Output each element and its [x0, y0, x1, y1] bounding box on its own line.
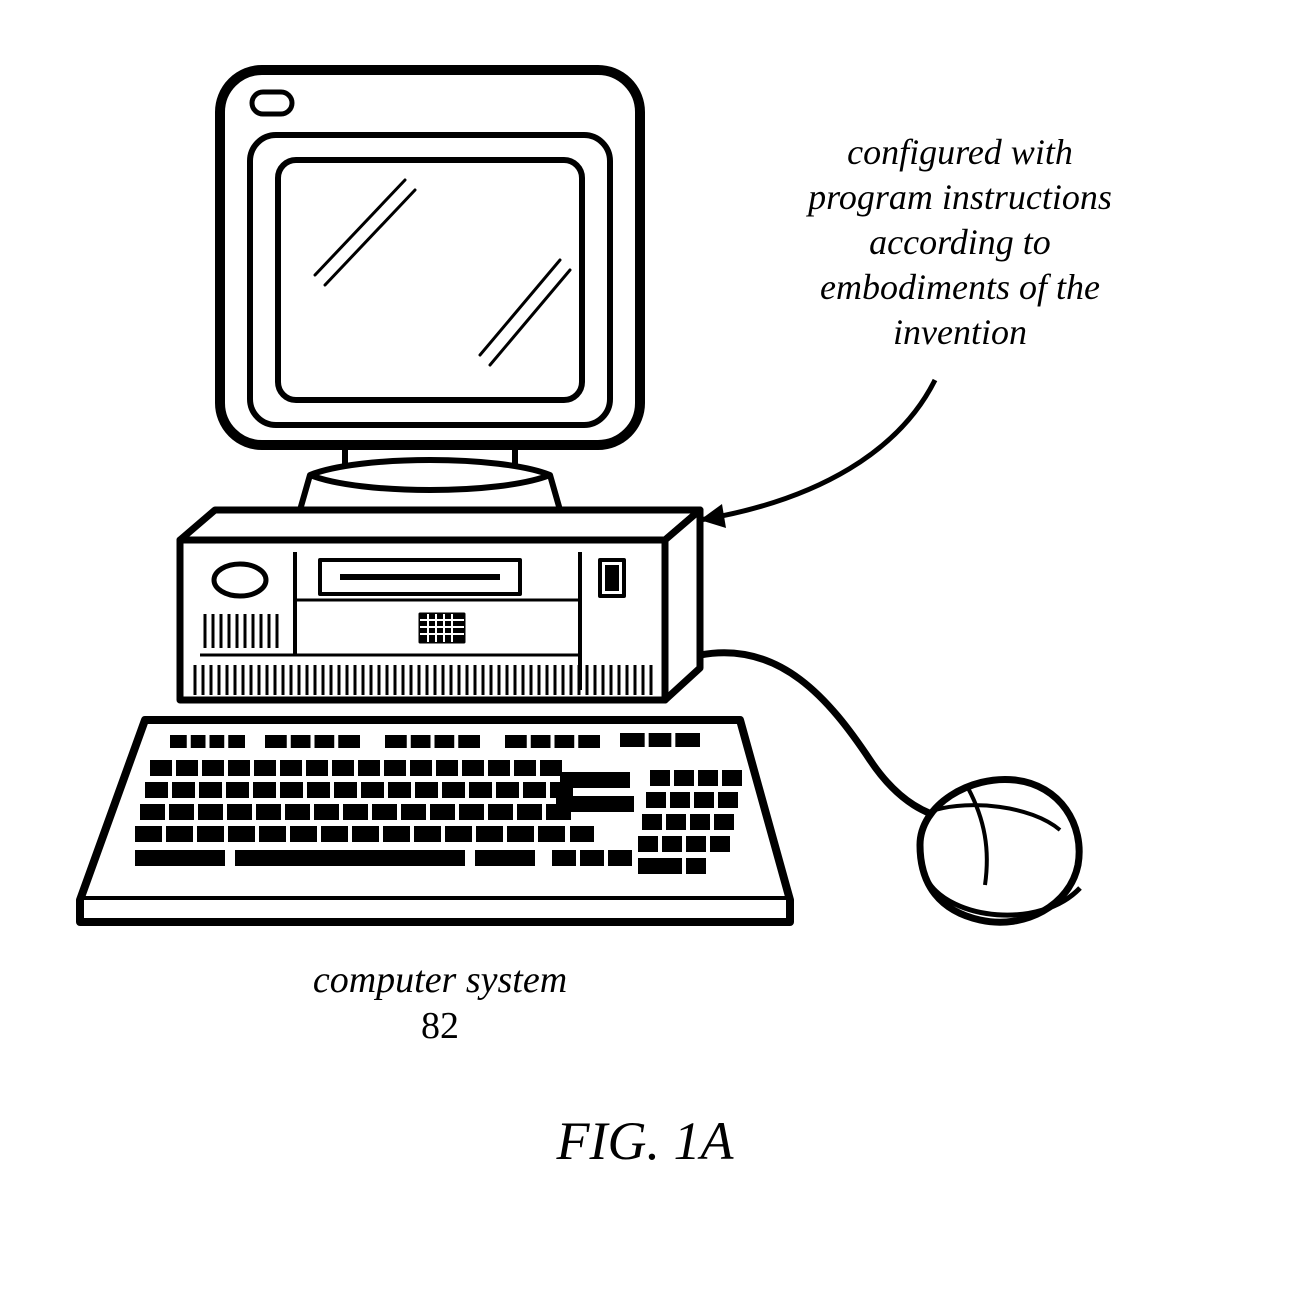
figure-caption: FIG. 1A — [0, 1110, 1290, 1172]
keyboard-icon — [80, 720, 790, 922]
reference-number: 82 — [250, 1004, 630, 1048]
monitor-stand-icon — [300, 445, 560, 510]
callout-line: configured with — [740, 130, 1180, 175]
callout-line: program instructions — [740, 175, 1180, 220]
callout-text: configured with program instructions acc… — [740, 130, 1180, 355]
callout-line: invention — [740, 310, 1180, 355]
mouse-icon — [920, 779, 1080, 922]
monitor-icon — [220, 70, 640, 445]
desktop-tower-icon — [180, 510, 700, 700]
callout-line: embodiments of the — [740, 265, 1180, 310]
figure-container: configured with program instructions acc… — [0, 0, 1290, 1300]
component-label: computer system — [250, 958, 630, 1002]
callout-arrow-icon — [700, 380, 935, 528]
callout-line: according to — [740, 220, 1180, 265]
